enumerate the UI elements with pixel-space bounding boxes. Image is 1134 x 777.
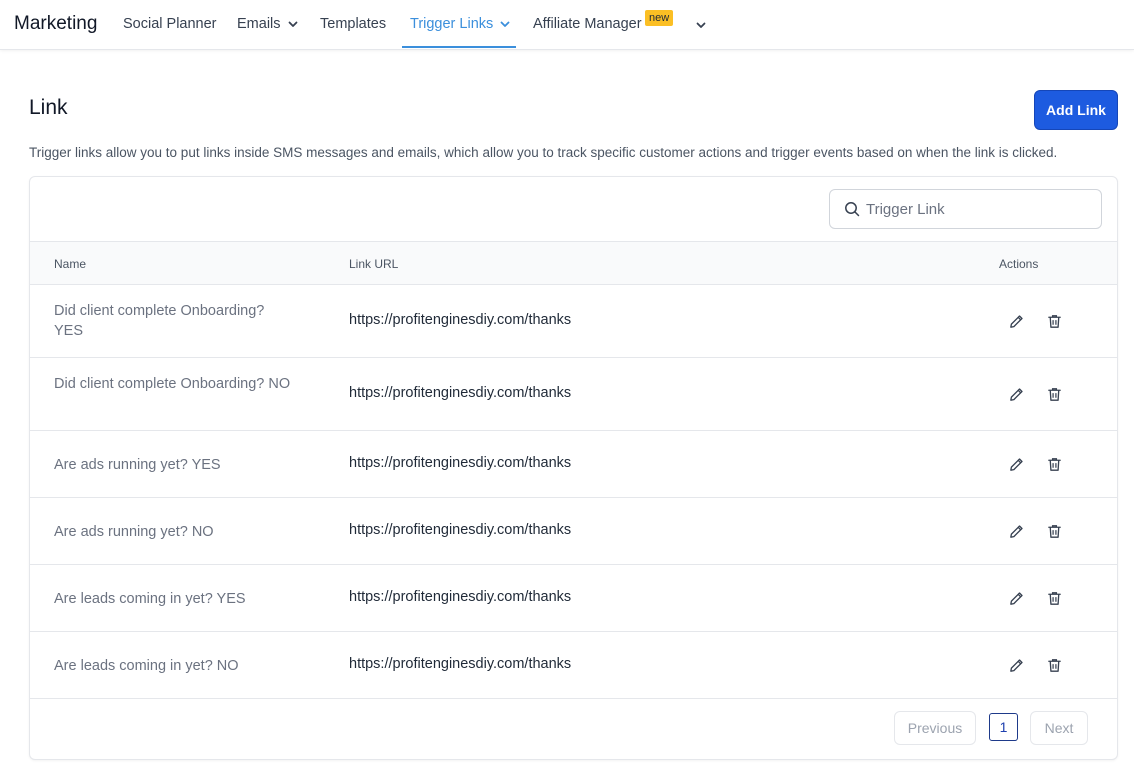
pencil-icon: [1009, 658, 1023, 672]
delete-button[interactable]: [1044, 454, 1064, 474]
page-description: Trigger links allow you to put links ins…: [29, 145, 1058, 160]
column-header-actions: Actions: [999, 257, 1039, 271]
table-row: Did client complete Onboarding? YES http…: [30, 285, 1117, 358]
chevron-down-icon: [500, 21, 510, 27]
pencil-icon: [1009, 524, 1023, 538]
search-input[interactable]: [866, 200, 1086, 218]
previous-page-button[interactable]: Previous: [894, 711, 976, 745]
row-name: Are leads coming in yet? NO: [54, 658, 239, 674]
pencil-icon: [1009, 387, 1023, 401]
table-row: Are leads coming in yet? YES https://pro…: [30, 565, 1117, 632]
trash-icon: [1047, 314, 1061, 328]
column-header-name: Name: [54, 257, 87, 271]
nav-social-planner[interactable]: Social Planner: [123, 16, 217, 32]
pencil-icon: [1009, 591, 1023, 605]
trigger-links-card: Name Link URL Actions Did client complet…: [29, 176, 1118, 760]
active-tab-indicator: [402, 46, 516, 48]
nav-affiliate-manager[interactable]: Affiliate Manager: [533, 16, 642, 32]
edit-button[interactable]: [1006, 588, 1026, 608]
table-row: Are ads running yet? YES https://profite…: [30, 431, 1117, 498]
search-icon: [845, 202, 860, 217]
new-badge: new: [645, 10, 674, 26]
more-menu-chevron-icon[interactable]: [695, 19, 707, 31]
trash-icon: [1047, 387, 1061, 401]
nav-templates[interactable]: Templates: [320, 16, 386, 32]
edit-button[interactable]: [1006, 384, 1026, 404]
trash-icon: [1047, 591, 1061, 605]
edit-button[interactable]: [1006, 311, 1026, 331]
row-url: https://profitenginesdiy.com/thanks: [349, 312, 572, 328]
row-name: Are leads coming in yet? YES: [54, 591, 246, 607]
pencil-icon: [1009, 457, 1023, 471]
row-url: https://profitenginesdiy.com/thanks: [349, 455, 572, 471]
page-title: Link: [29, 96, 68, 119]
nav-label: Templates: [320, 16, 387, 32]
row-url: https://profitenginesdiy.com/thanks: [349, 656, 572, 672]
row-name: Are ads running yet? YES: [54, 457, 221, 473]
delete-button[interactable]: [1044, 655, 1064, 675]
row-name: Did client complete Onboarding? YES: [54, 303, 265, 339]
chevron-down-icon: [288, 21, 297, 27]
delete-button[interactable]: [1044, 384, 1064, 404]
trash-icon: [1047, 524, 1061, 538]
row-url: https://profitenginesdiy.com/thanks: [349, 589, 572, 605]
nav-label: Trigger Links: [410, 16, 494, 32]
nav-label: Affiliate Manager: [533, 16, 642, 32]
nav-label: Emails: [237, 16, 281, 32]
nav-trigger-links[interactable]: Trigger Links: [410, 16, 511, 32]
search-box[interactable]: [829, 189, 1102, 229]
top-navigation: Marketing Social Planner Emails Template…: [0, 0, 1134, 50]
nav-label: Social Planner: [123, 16, 217, 32]
table-row: Are ads running yet? NO https://profiten…: [30, 498, 1117, 565]
delete-button[interactable]: [1044, 588, 1064, 608]
row-url: https://profitenginesdiy.com/thanks: [349, 385, 572, 401]
brand-title: Marketing: [14, 13, 98, 34]
page-number-button[interactable]: 1: [989, 713, 1018, 741]
edit-button[interactable]: [1006, 521, 1026, 541]
next-page-button[interactable]: Next: [1030, 711, 1088, 745]
trash-icon: [1047, 658, 1061, 672]
edit-button[interactable]: [1006, 655, 1026, 675]
add-link-button[interactable]: Add Link: [1034, 90, 1118, 130]
delete-button[interactable]: [1044, 311, 1064, 331]
table-header: Name Link URL Actions: [30, 241, 1117, 285]
nav-emails[interactable]: Emails: [237, 16, 299, 32]
column-header-link-url: Link URL: [349, 257, 399, 271]
edit-button[interactable]: [1006, 454, 1026, 474]
row-name: Did client complete Onboarding? NO: [54, 376, 291, 392]
table-row: Did client complete Onboarding? NO https…: [30, 358, 1117, 431]
pencil-icon: [1009, 314, 1023, 328]
row-url: https://profitenginesdiy.com/thanks: [349, 522, 572, 538]
row-name: Are ads running yet? NO: [54, 524, 214, 540]
trash-icon: [1047, 457, 1061, 471]
delete-button[interactable]: [1044, 521, 1064, 541]
table-row: Are leads coming in yet? NO https://prof…: [30, 632, 1117, 699]
